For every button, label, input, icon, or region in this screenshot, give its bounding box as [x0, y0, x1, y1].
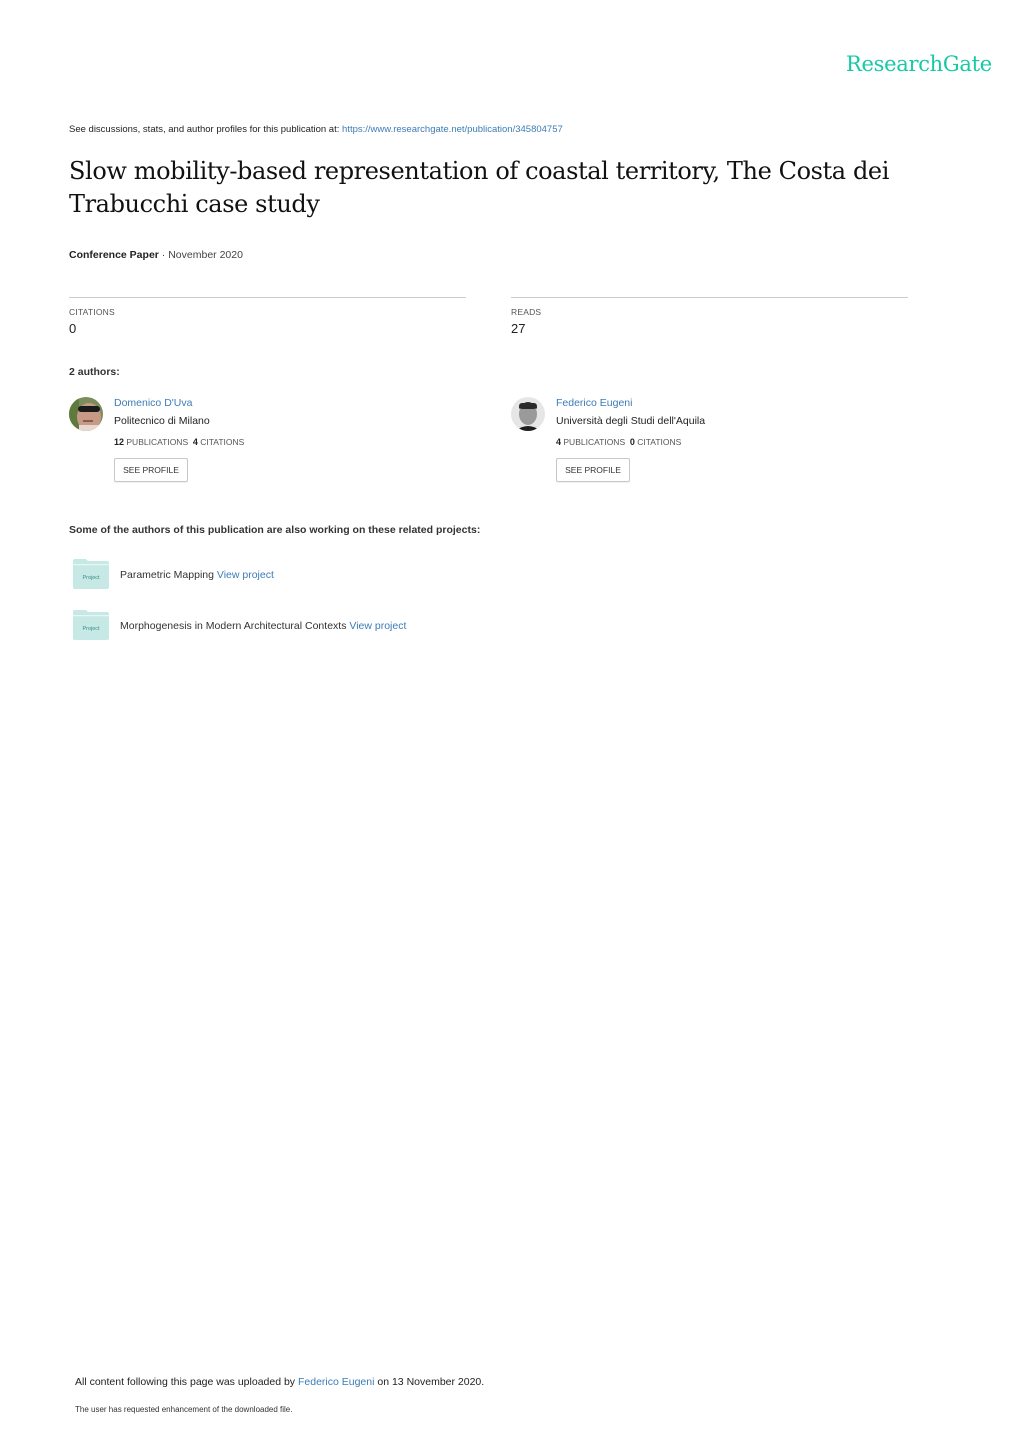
author-institution: Politecnico di Milano — [114, 415, 210, 427]
publication-meta: Conference Paper · November 2020 — [69, 249, 243, 261]
uploader-link[interactable]: Federico Eugeni — [298, 1376, 374, 1388]
author-photo-icon — [511, 397, 545, 431]
meta-separator: · — [158, 249, 169, 261]
project-folder-icon: Project — [73, 610, 109, 645]
upload-suffix: on 13 November 2020. — [374, 1376, 485, 1388]
researchgate-logo[interactable]: ResearchGate — [846, 52, 992, 76]
authors-heading: 2 authors: — [69, 366, 120, 378]
author-name-link[interactable]: Domenico D'Uva — [114, 397, 192, 409]
avatar[interactable] — [511, 397, 545, 431]
author-citations-label: CITATIONS — [200, 437, 245, 447]
author-card — [69, 397, 103, 431]
intro-line: See discussions, stats, and author profi… — [69, 124, 563, 135]
avatar[interactable] — [69, 397, 103, 431]
upload-prefix: All content following this page was uplo… — [75, 1376, 298, 1388]
author-name-link[interactable]: Federico Eugeni — [556, 397, 632, 409]
citations-label: CITATIONS — [69, 307, 115, 317]
view-project-link[interactable]: View project — [217, 569, 274, 581]
enhancement-note: The user has requested enhancement of th… — [75, 1405, 293, 1414]
author-publications-label: PUBLICATIONS — [563, 437, 626, 447]
publication-date: November 2020 — [168, 249, 243, 261]
author-stats: 4 PUBLICATIONS 0 CITATIONS — [556, 437, 681, 447]
intro-text: See discussions, stats, and author profi… — [69, 124, 343, 135]
project-folder-icon: Project — [73, 559, 109, 594]
related-projects-heading: Some of the authors of this publication … — [69, 524, 481, 536]
reads-label: READS — [511, 307, 542, 317]
see-profile-button[interactable]: SEE PROFILE — [114, 458, 188, 482]
project-icon-label: Project — [82, 575, 100, 581]
citations-divider — [69, 297, 466, 298]
author-stats: 12 PUBLICATIONS 4 CITATIONS — [114, 437, 244, 447]
reads-value: 27 — [511, 321, 526, 336]
author-citations-count: 0 — [629, 437, 635, 447]
author-publications-count: 4 — [556, 437, 562, 447]
project-name: Morphogenesis in Modern Architectural Co… — [120, 620, 347, 632]
author-publications-label: PUBLICATIONS — [126, 437, 189, 447]
citations-value: 0 — [69, 321, 77, 336]
author-citations-label: CITATIONS — [637, 437, 682, 447]
see-profile-button[interactable]: SEE PROFILE — [556, 458, 630, 482]
publication-type: Conference Paper — [69, 249, 159, 261]
view-project-link[interactable]: View project — [349, 620, 406, 632]
upload-note: All content following this page was uplo… — [75, 1376, 484, 1388]
author-photo-icon — [69, 397, 103, 431]
author-citations-count: 4 — [192, 437, 198, 447]
author-publications-count: 12 — [114, 437, 125, 447]
reads-divider — [511, 297, 908, 298]
author-card — [511, 397, 545, 431]
project-icon-label: Project — [82, 626, 100, 632]
project-item: Parametric Mapping View project — [120, 569, 274, 581]
project-name: Parametric Mapping — [120, 569, 214, 581]
publication-url-link[interactable]: https://www.researchgate.net/publication… — [342, 124, 563, 135]
project-item: Morphogenesis in Modern Architectural Co… — [120, 620, 406, 632]
publication-title: Slow mobility-based representation of co… — [69, 157, 889, 218]
author-institution: Università degli Studi dell'Aquila — [556, 415, 706, 427]
